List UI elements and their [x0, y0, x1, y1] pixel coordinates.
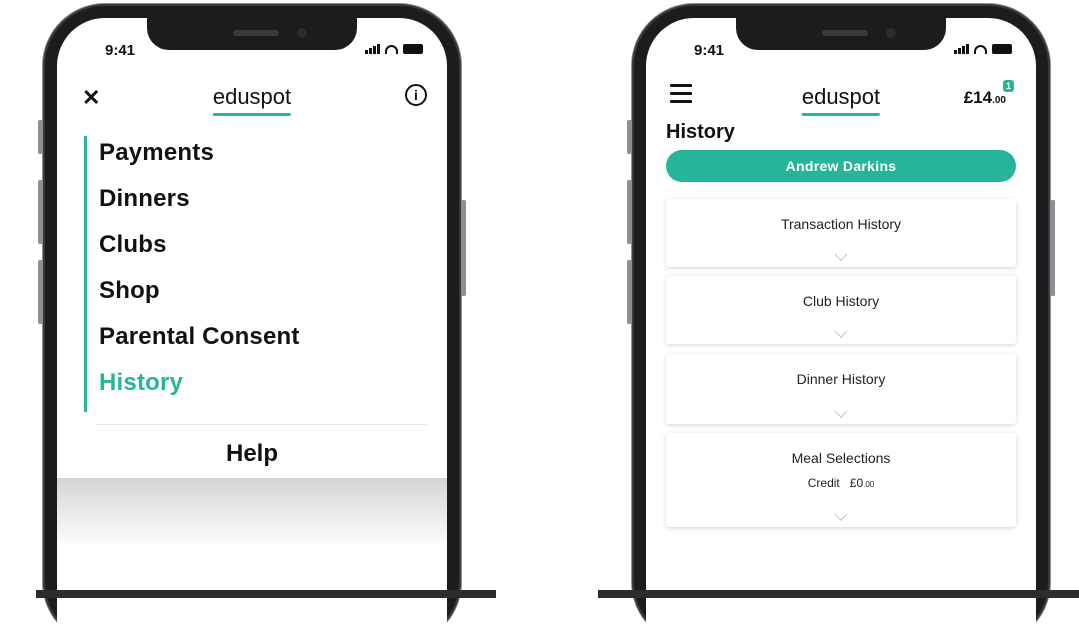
notch — [736, 18, 946, 50]
signal-icon — [365, 44, 380, 54]
chevron-down-icon — [834, 248, 848, 261]
mute-switch — [38, 120, 43, 154]
power-button — [1050, 200, 1055, 296]
club-history-card[interactable]: Club History — [666, 276, 1016, 344]
mute-switch — [627, 120, 632, 154]
menu-item-dinners[interactable]: Dinners — [99, 182, 300, 228]
status-time: 9:41 — [105, 42, 136, 59]
status-time: 9:41 — [694, 42, 725, 59]
logo-underline — [212, 113, 292, 116]
menu-divider — [97, 424, 427, 425]
menu-header: ✕ eduspot i — [57, 78, 447, 118]
transaction-history-card[interactable]: Transaction History — [666, 199, 1016, 267]
notification-badge: 1 — [1003, 80, 1014, 92]
wifi-icon — [974, 45, 987, 54]
menu-item-clubs[interactable]: Clubs — [99, 228, 300, 274]
app-header: eduspot £14.00 1 — [646, 78, 1036, 118]
logo-text: eduspot — [212, 84, 292, 109]
page-title: History — [666, 121, 735, 143]
dinner-history-card[interactable]: Dinner History — [666, 354, 1016, 424]
battery-icon — [403, 44, 423, 54]
account-balance[interactable]: £14.00 — [964, 88, 1006, 108]
notch — [147, 18, 357, 50]
menu-screen: 9:41 ✕ eduspot i Payments Dinners Clubs … — [57, 18, 447, 644]
history-screen: 9:41 eduspot £14.00 1 History Andrew Dar… — [646, 18, 1036, 644]
power-button — [461, 200, 466, 296]
chevron-down-icon — [834, 405, 848, 418]
hamburger-menu-icon[interactable] — [670, 84, 692, 108]
close-icon[interactable]: ✕ — [82, 87, 100, 109]
menu-item-parental-consent[interactable]: Parental Consent — [99, 320, 300, 366]
chevron-down-icon — [834, 508, 848, 521]
balance-main: £14 — [963, 88, 993, 107]
wifi-icon — [385, 45, 398, 54]
logo-text: eduspot — [801, 84, 881, 109]
status-icons — [365, 44, 423, 54]
logo-underline — [801, 113, 881, 116]
info-icon[interactable]: i — [405, 84, 427, 106]
status-icons — [954, 44, 1012, 54]
card-title: Transaction History — [780, 216, 902, 232]
volume-up-button — [627, 180, 632, 244]
credit-label: Credit — [807, 476, 840, 490]
menu-drop-shadow — [57, 478, 447, 548]
volume-up-button — [38, 180, 43, 244]
menu-item-history[interactable]: History — [99, 366, 300, 412]
signal-icon — [954, 44, 969, 54]
phone-frame-history: 9:41 eduspot £14.00 1 History Andrew Dar… — [627, 4, 1055, 644]
card-title: Dinner History — [796, 371, 886, 387]
volume-down-button — [38, 260, 43, 324]
phone-frame-menu: 9:41 ✕ eduspot i Payments Dinners Clubs … — [38, 4, 466, 644]
credit-pence: .00 — [863, 480, 875, 489]
menu-item-shop[interactable]: Shop — [99, 274, 300, 320]
balance-pence: .00 — [992, 95, 1006, 106]
card-title: Meal Selections — [791, 450, 891, 466]
battery-icon — [992, 44, 1012, 54]
logo: eduspot — [212, 84, 292, 116]
meal-selections-card[interactable]: Meal Selections Credit £0.00 — [666, 433, 1016, 527]
child-selector[interactable]: Andrew Darkins — [666, 150, 1016, 182]
credit-value: £0 — [849, 476, 864, 490]
main-menu: Payments Dinners Clubs Shop Parental Con… — [84, 136, 300, 412]
help-link[interactable]: Help — [57, 440, 447, 468]
card-title: Club History — [802, 293, 880, 309]
credit-line: Credit £0.00 — [666, 476, 1016, 490]
menu-item-payments[interactable]: Payments — [99, 136, 300, 182]
chevron-down-icon — [834, 325, 848, 338]
logo: eduspot — [801, 84, 881, 116]
volume-down-button — [627, 260, 632, 324]
